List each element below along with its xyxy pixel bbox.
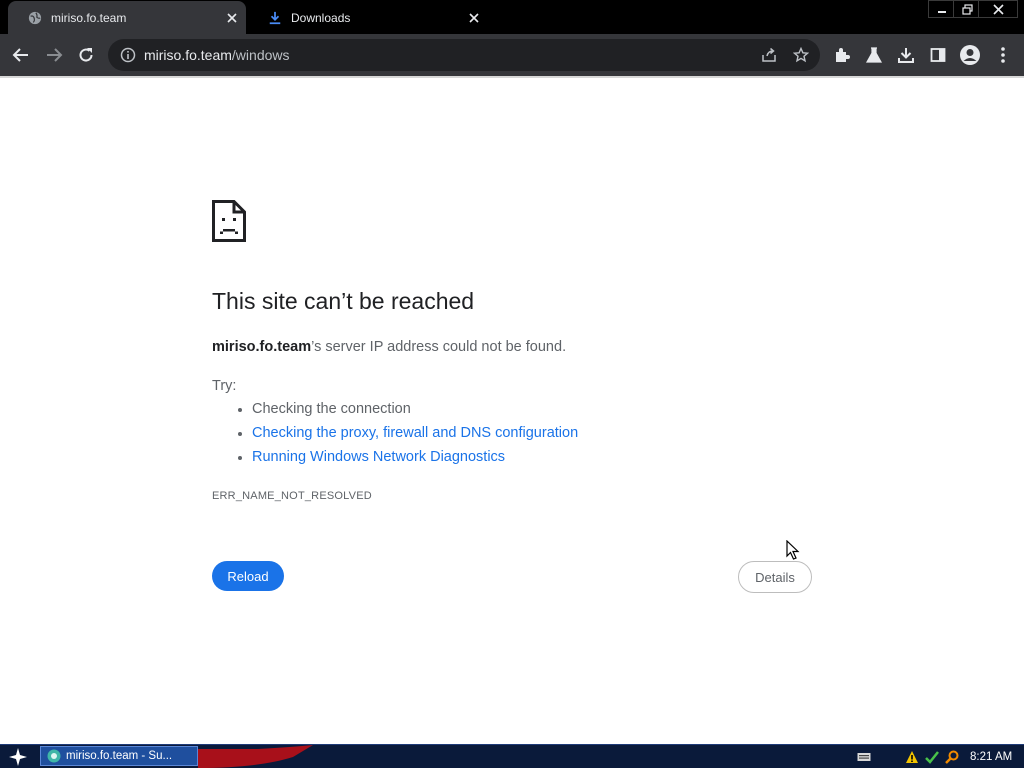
restore-button[interactable]	[953, 0, 981, 18]
extensions-button[interactable]	[829, 42, 855, 68]
network-icon[interactable]	[924, 749, 940, 765]
close-tab-icon[interactable]	[220, 6, 244, 30]
reload-toolbar-button[interactable]	[73, 42, 99, 68]
globe-icon	[28, 11, 42, 24]
taskbar-window-item[interactable]: miriso.fo.team - Su...	[40, 746, 198, 766]
info-icon[interactable]	[118, 45, 138, 65]
search-icon[interactable]	[944, 749, 960, 765]
clock[interactable]: 8:21 AM	[970, 751, 1012, 763]
restore-icon	[961, 3, 973, 15]
error-host: miriso.fo.team	[212, 339, 312, 355]
minimize-icon	[938, 11, 946, 13]
suggestions-list: Checking the connection Checking the pro…	[238, 397, 578, 469]
side-panel-icon	[930, 48, 946, 62]
downloads-button[interactable]	[893, 42, 919, 68]
url-text[interactable]: miriso.fo.team/windows	[144, 47, 756, 63]
suggestion-proxy-link[interactable]: Checking the proxy, firewall and DNS con…	[238, 421, 578, 445]
taskbar-window-label: miriso.fo.team - Su...	[66, 750, 173, 762]
flask-icon	[865, 47, 883, 63]
star-icon	[9, 747, 27, 766]
tab-miriso[interactable]: miriso.fo.team	[8, 1, 246, 34]
bookmark-star-icon[interactable]	[788, 42, 814, 68]
arrow-left-icon	[12, 48, 28, 62]
keyboard-icon[interactable]	[856, 749, 872, 765]
side-panel-button[interactable]	[925, 42, 951, 68]
error-message: miriso.fo.team’s server IP address could…	[212, 339, 566, 355]
avatar-icon	[960, 45, 980, 65]
forward-button[interactable]	[41, 42, 67, 68]
suggestion-diagnostics-link[interactable]: Running Windows Network Diagnostics	[238, 445, 578, 469]
try-label: Try:	[212, 378, 237, 394]
close-icon	[992, 3, 1004, 15]
mouse-cursor-icon	[786, 540, 800, 560]
browser-icon	[47, 749, 61, 763]
tab-label: Downloads	[291, 10, 351, 25]
system-tray: 8:21 AM	[856, 745, 1024, 768]
refresh-icon	[79, 48, 93, 62]
toolbar-divider	[0, 76, 1024, 78]
back-button[interactable]	[8, 42, 34, 68]
error-code: ERR_NAME_NOT_RESOLVED	[212, 490, 372, 502]
details-button[interactable]: Details	[738, 561, 812, 593]
taskbar: miriso.fo.team - Su... 8:21 AM	[0, 744, 1024, 768]
download-icon	[269, 11, 281, 24]
menu-button[interactable]	[990, 42, 1016, 68]
address-bar[interactable]: miriso.fo.team/windows	[108, 39, 820, 71]
sad-page-icon	[212, 200, 246, 242]
suggestion-check-connection: Checking the connection	[238, 397, 578, 421]
taskbar-decoration	[198, 745, 313, 768]
download-icon	[898, 48, 914, 63]
puzzle-icon	[836, 48, 850, 62]
reload-button[interactable]: Reload	[212, 561, 284, 591]
minimize-button[interactable]	[928, 0, 956, 18]
close-window-button[interactable]	[978, 0, 1018, 18]
error-message-text: ’s server IP address could not be found.	[311, 339, 567, 355]
close-tab-icon[interactable]	[462, 6, 486, 30]
profile-button[interactable]	[957, 42, 983, 68]
url-path: /windows	[231, 47, 290, 63]
page-title: This site can’t be reached	[212, 288, 475, 314]
title-bar: miriso.fo.team Downloads	[0, 0, 1024, 34]
arrow-right-icon	[47, 48, 63, 62]
tab-downloads[interactable]: Downloads	[248, 1, 488, 34]
start-button[interactable]	[0, 745, 36, 768]
more-vertical-icon	[1001, 47, 1005, 63]
warning-icon[interactable]	[904, 749, 920, 765]
labs-button[interactable]	[861, 42, 887, 68]
browser-toolbar: miriso.fo.team/windows	[0, 34, 1024, 76]
share-icon[interactable]	[756, 42, 782, 68]
url-host: miriso.fo.team	[144, 47, 232, 63]
tab-label: miriso.fo.team	[51, 10, 127, 25]
